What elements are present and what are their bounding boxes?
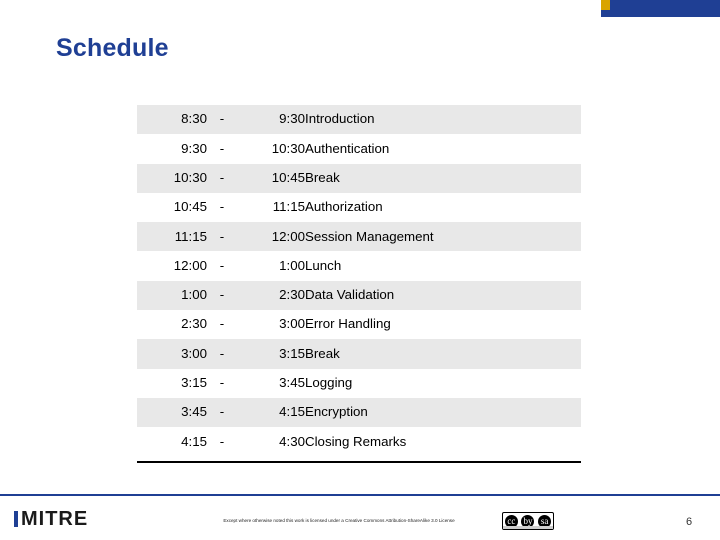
cell-description: Lunch (305, 257, 342, 273)
cell-description: Authentication (305, 140, 390, 156)
cell-dash: - (207, 222, 237, 252)
cell-description: Break (305, 339, 581, 369)
cell-start-time: 9:30 (181, 140, 207, 156)
cell-dash: - (207, 339, 237, 369)
cell-start-time: 10:45 (173, 199, 207, 215)
page-title: Schedule (56, 34, 169, 62)
cell-end-time: 4:15 (237, 397, 305, 428)
cell-end-time: 9:30 (237, 105, 305, 135)
cell-dash: - (219, 140, 225, 156)
table-row: 2:30- 3:00 Error Handling (137, 310, 581, 339)
cell-dash: - (207, 280, 237, 311)
cell-description: Closing Remarks (305, 433, 407, 449)
cell-dash: - (219, 316, 225, 332)
cell-description: Encryption (305, 397, 581, 428)
cell-dash: - (207, 163, 237, 193)
cell-start-time: 12:00 (173, 257, 207, 273)
cell-description: Error Handling (305, 316, 391, 332)
cell-start-time: 3:00 (137, 339, 207, 369)
schedule-table-wrapper: 8:30-9:30 Introduction 9:30-10:30 Authentic… (137, 105, 581, 457)
creative-commons-badge[interactable]: cc by sa (502, 512, 554, 530)
cc-badge-strip (503, 526, 553, 529)
table-row: 9:30- 10:30 Authentication (137, 134, 581, 163)
cell-end-time: 3:00 (279, 316, 305, 332)
cell-dash: - (207, 397, 237, 428)
table-bottom-rule (137, 461, 581, 463)
cell-end-time: 1:00 (279, 257, 305, 273)
cell-dash: - (219, 199, 225, 215)
cell-start-time: 2:30 (181, 316, 207, 332)
table-row: 12:00- 1:00 Lunch (137, 251, 581, 280)
table-row: 3:00-3:15 Break (137, 339, 581, 369)
cell-start-time: 4:15 (181, 433, 207, 449)
cell-start-time: 10:30 (137, 163, 207, 193)
cell-end-time: 3:45 (279, 375, 305, 390)
cell-description: Session Management (305, 222, 581, 252)
cell-dash: - (219, 433, 225, 449)
table-row: 10:45- 11:15 Authorization (137, 193, 581, 222)
cell-start-time: 3:15 (181, 375, 207, 390)
cell-start-time: 11:15 (137, 222, 207, 252)
cell-description: Break (305, 163, 581, 193)
table-row: 3:15- 3:45 Logging (137, 369, 581, 398)
cell-start-time: 3:45 (137, 397, 207, 428)
cell-end-time: 10:45 (237, 163, 305, 193)
cell-description: Data Validation (305, 280, 581, 311)
cell-description: Authorization (305, 199, 383, 215)
cell-end-time: 3:15 (237, 339, 305, 369)
mitre-logo: MITRE (14, 508, 88, 531)
footer-divider (0, 494, 720, 496)
table-row: 4:15- 4:30 Closing Remarks (137, 427, 581, 456)
license-text: Except where otherwise noted this work i… (223, 518, 455, 523)
cell-end-time: 4:30 (279, 433, 305, 449)
table-row: 1:00-2:30 Data Validation (137, 280, 581, 311)
cell-end-time: 2:30 (237, 280, 305, 311)
table-row: 8:30-9:30 Introduction (137, 105, 581, 135)
logo-bar-icon (14, 511, 18, 527)
schedule-table-body: 8:30-9:30 Introduction 9:30-10:30 Authentic… (137, 105, 581, 457)
table-row: 10:30-10:45 Break (137, 163, 581, 193)
cell-dash: - (219, 375, 225, 390)
cell-dash: - (219, 257, 225, 273)
cell-description: Logging (305, 375, 353, 390)
header-gold-bar (601, 0, 610, 10)
cell-end-time: 11:15 (272, 199, 305, 215)
page-number: 6 (686, 516, 693, 528)
cell-end-time: 12:00 (237, 222, 305, 252)
mitre-logo-text: MITRE (21, 508, 89, 530)
cell-start-time: 8:30 (137, 105, 207, 135)
cell-dash: - (207, 105, 237, 135)
cell-end-time: 10:30 (271, 140, 305, 156)
table-row: 3:45-4:15 Encryption (137, 397, 581, 428)
cell-description: Introduction (305, 105, 581, 135)
schedule-table: 8:30-9:30 Introduction 9:30-10:30 Authentic… (137, 105, 581, 457)
cell-start-time: 1:00 (137, 280, 207, 311)
table-row: 11:15-12:00 Session Management (137, 222, 581, 252)
header-blue-bar (601, 0, 720, 17)
